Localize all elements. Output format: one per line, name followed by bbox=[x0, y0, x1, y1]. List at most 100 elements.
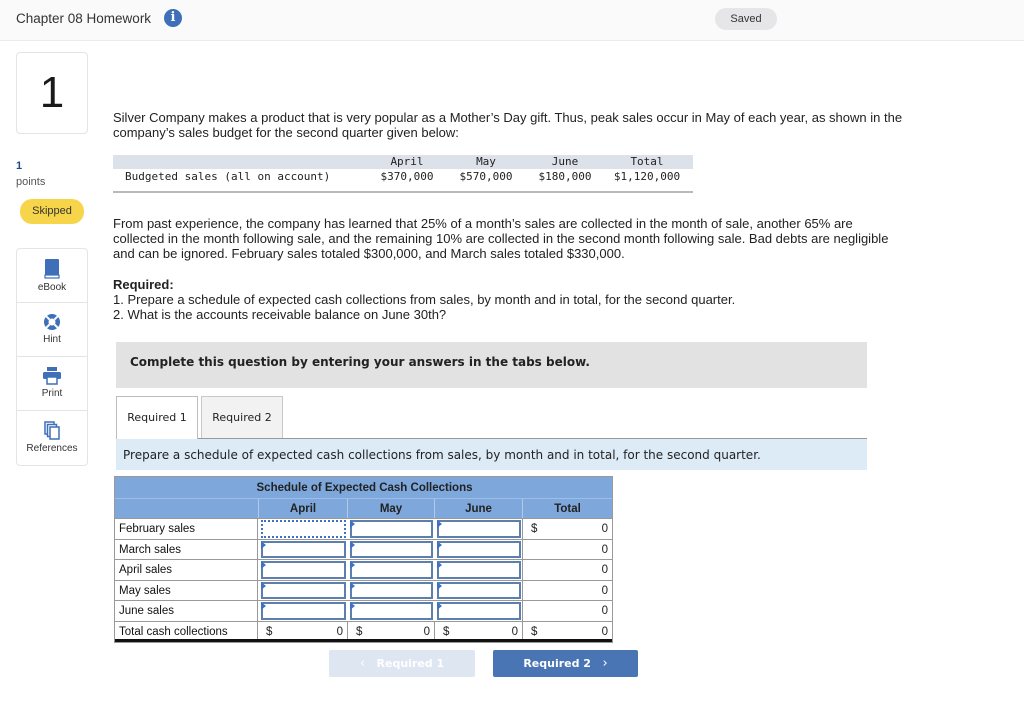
budget-header-june: June bbox=[551, 155, 579, 168]
input-marker-icon bbox=[350, 540, 355, 549]
march-june-input-cell[interactable] bbox=[434, 539, 522, 559]
total-may: $0 bbox=[347, 621, 434, 639]
problem-details: From past experience, the company has le… bbox=[113, 216, 889, 261]
march-april-input[interactable] bbox=[261, 540, 346, 558]
input-marker-icon bbox=[437, 602, 442, 610]
total-value: 0 bbox=[601, 625, 608, 638]
june-april-input[interactable] bbox=[261, 602, 346, 620]
required-item-2: 2. What is the accounts receivable balan… bbox=[113, 307, 447, 322]
budget-value-june: $180,000 bbox=[538, 170, 592, 183]
february-june-input-cell[interactable] bbox=[434, 519, 522, 539]
budget-value-may: $570,000 bbox=[459, 170, 513, 183]
print-button[interactable]: Print bbox=[17, 357, 87, 411]
april-april-input[interactable] bbox=[261, 561, 346, 579]
row-label-april: April sales bbox=[115, 560, 258, 580]
previous-required-button[interactable]: ‹ Required 1 bbox=[329, 650, 475, 677]
cash-collections-schedule: Schedule of Expected Cash Collections Ap… bbox=[114, 476, 613, 643]
april-april-input-cell[interactable] bbox=[258, 560, 347, 580]
budget-row-label: Budgeted sales (all on account) bbox=[125, 170, 331, 183]
march-may-input[interactable] bbox=[350, 540, 433, 558]
total-value: 0 bbox=[601, 605, 608, 617]
saved-status-badge: Saved bbox=[715, 8, 777, 30]
chevron-left-icon: ‹ bbox=[359, 656, 366, 671]
printer-icon bbox=[43, 367, 61, 385]
april-may-input[interactable] bbox=[350, 561, 433, 579]
lifebuoy-icon bbox=[44, 314, 60, 330]
march-total: 0 bbox=[522, 539, 612, 559]
total-value: 0 bbox=[601, 523, 608, 535]
previous-label: Required 1 bbox=[376, 657, 445, 670]
february-april-input[interactable] bbox=[261, 520, 346, 538]
june-total: 0 bbox=[522, 601, 612, 621]
table-row: February sales $0 bbox=[115, 518, 612, 539]
input-marker-icon bbox=[261, 561, 266, 569]
row-label-march: March sales bbox=[115, 539, 258, 559]
info-icon[interactable]: i bbox=[164, 9, 182, 27]
schedule-title: Schedule of Expected Cash Collections bbox=[256, 482, 473, 494]
budget-header-april: April bbox=[390, 155, 424, 168]
budget-header-row: April May June Total bbox=[113, 155, 693, 169]
hint-button[interactable]: Hint bbox=[17, 303, 87, 357]
june-june-input[interactable] bbox=[437, 602, 521, 620]
required-heading: Required: bbox=[113, 277, 174, 292]
march-april-input-cell[interactable] bbox=[258, 539, 347, 559]
next-required-button[interactable]: Required 2 › bbox=[493, 650, 638, 677]
april-june-input[interactable] bbox=[437, 561, 521, 579]
total-april: $0 bbox=[258, 622, 347, 639]
total-value: 0 bbox=[601, 584, 608, 597]
input-marker-icon bbox=[350, 602, 355, 610]
next-label: Required 2 bbox=[523, 657, 591, 670]
may-june-input-cell[interactable] bbox=[434, 580, 522, 600]
february-may-input-cell[interactable] bbox=[347, 519, 434, 539]
input-marker-icon bbox=[437, 540, 442, 549]
total-cash-collections-row: Total cash collections $0 $0 $0 $0 bbox=[115, 620, 612, 642]
table-row: May sales 0 bbox=[115, 579, 612, 600]
sales-budget-table: April May June Total Budgeted sales (all… bbox=[113, 155, 693, 194]
june-april-input-cell[interactable] bbox=[258, 601, 347, 621]
tools-panel: eBook Hint Print References bbox=[16, 248, 88, 466]
total-june: $0 bbox=[434, 621, 522, 639]
currency-sign: $ bbox=[531, 625, 538, 638]
may-april-input[interactable] bbox=[261, 581, 346, 599]
june-may-input-cell[interactable] bbox=[347, 601, 434, 621]
table-row: April sales 0 bbox=[115, 559, 612, 580]
february-june-input[interactable] bbox=[437, 520, 521, 538]
february-may-input[interactable] bbox=[350, 520, 433, 538]
hint-label: Hint bbox=[43, 334, 61, 345]
schedule-header-total: Total bbox=[522, 499, 612, 518]
budget-header-may: May bbox=[476, 155, 496, 168]
tab-required-2[interactable]: Required 2 bbox=[201, 396, 283, 438]
input-marker-icon bbox=[437, 561, 442, 569]
total-value: 0 bbox=[601, 564, 608, 576]
currency-sign: $ bbox=[356, 625, 363, 638]
input-marker-icon bbox=[350, 581, 355, 590]
budget-rule bbox=[113, 191, 693, 194]
input-marker-icon bbox=[437, 520, 442, 528]
june-june-input-cell[interactable] bbox=[434, 601, 522, 621]
march-may-input-cell[interactable] bbox=[347, 539, 434, 559]
may-may-input-cell[interactable] bbox=[347, 580, 434, 600]
total-value: 0 bbox=[511, 625, 518, 638]
total-value: 0 bbox=[423, 625, 430, 638]
april-may-input-cell[interactable] bbox=[347, 560, 434, 580]
tab-required-1[interactable]: Required 1 bbox=[116, 396, 198, 439]
skipped-status-badge: Skipped bbox=[20, 199, 84, 224]
may-june-input[interactable] bbox=[437, 581, 521, 599]
february-april-input-cell[interactable] bbox=[258, 519, 347, 539]
ebook-button[interactable]: eBook bbox=[17, 249, 87, 303]
total-value: 0 bbox=[601, 543, 608, 556]
currency-sign: $ bbox=[531, 523, 538, 535]
question-number: 1 bbox=[16, 52, 88, 134]
march-june-input[interactable] bbox=[437, 540, 521, 558]
may-total: 0 bbox=[522, 580, 612, 600]
april-june-input-cell[interactable] bbox=[434, 560, 522, 580]
june-may-input[interactable] bbox=[350, 602, 433, 620]
february-total: $0 bbox=[522, 519, 612, 539]
references-button[interactable]: References bbox=[17, 411, 87, 465]
currency-sign: $ bbox=[266, 625, 273, 638]
schedule-header-blank bbox=[115, 499, 258, 518]
may-may-input[interactable] bbox=[350, 581, 433, 599]
input-marker-icon bbox=[261, 602, 266, 610]
may-april-input-cell[interactable] bbox=[258, 580, 347, 600]
schedule-header-may: May bbox=[347, 499, 434, 518]
